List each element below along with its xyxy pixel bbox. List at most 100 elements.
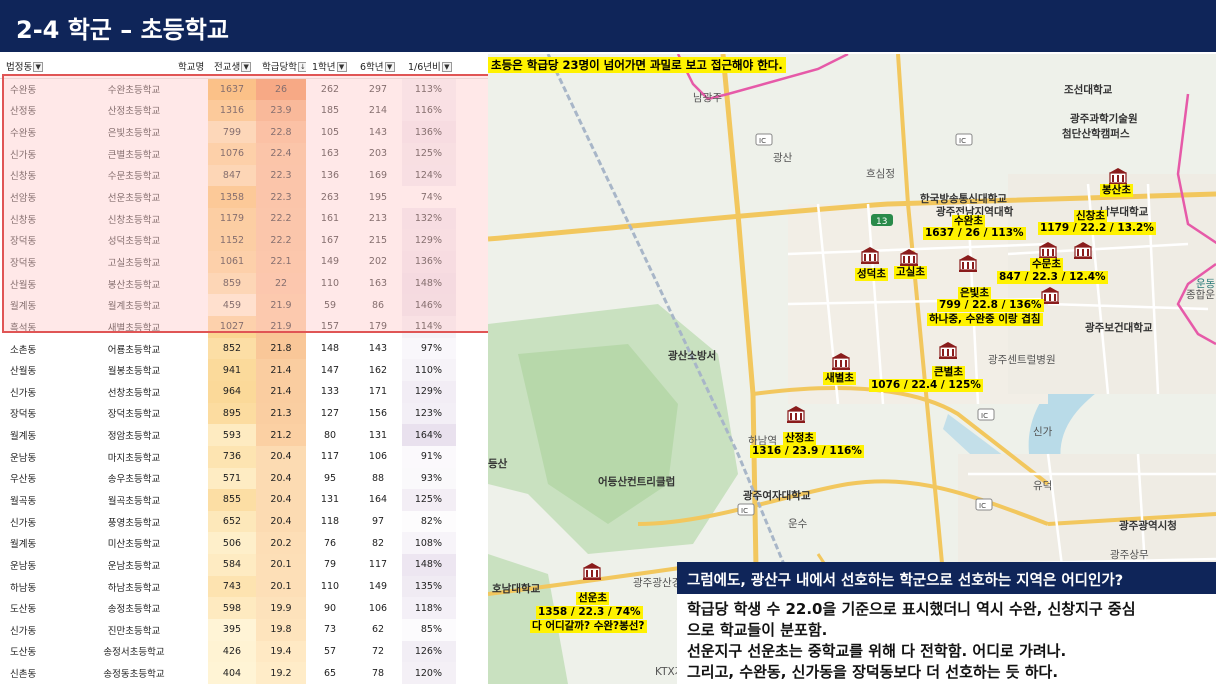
total-students-cell[interactable]: 1316 — [208, 99, 256, 122]
school-building-icon[interactable] — [831, 352, 851, 370]
table-row[interactable]: 월계동 미산초등학교 506 20.2 76 82 108% — [0, 532, 488, 555]
grade-ratio-cell[interactable]: 116% — [402, 99, 456, 122]
grade-ratio-cell[interactable]: 136% — [402, 251, 456, 273]
district-cell[interactable]: 신가동 — [0, 381, 60, 403]
grade1-cell[interactable]: 59 — [306, 294, 354, 316]
district-cell[interactable]: 장덕동 — [0, 229, 60, 251]
grade6-cell[interactable]: 106 — [354, 597, 402, 619]
grade6-cell[interactable]: 106 — [354, 446, 402, 468]
grade1-cell[interactable]: 110 — [306, 576, 354, 598]
grade-ratio-cell[interactable]: 135% — [402, 575, 456, 598]
district-cell[interactable]: 산정동 — [0, 100, 60, 122]
district-cell[interactable]: 우산동 — [0, 468, 60, 490]
total-students-cell[interactable]: 964 — [208, 380, 256, 403]
table-row[interactable]: 산월동 월봉초등학교 941 21.4 147 162 110% — [0, 359, 488, 381]
district-cell[interactable]: 수완동 — [0, 78, 60, 100]
district-cell[interactable]: 장덕동 — [0, 403, 60, 425]
total-students-cell[interactable]: 426 — [208, 640, 256, 663]
grade-ratio-cell[interactable]: 129% — [402, 380, 456, 403]
school-building-icon[interactable] — [582, 562, 602, 580]
total-students-cell[interactable]: 571 — [208, 467, 256, 490]
students-per-class-cell[interactable]: 21.9 — [256, 294, 306, 317]
school-building-icon[interactable] — [860, 246, 880, 264]
column-header[interactable]: 법정동 ▼ — [0, 54, 60, 79]
grade-ratio-cell[interactable]: 93% — [402, 467, 456, 490]
school-name-cell[interactable]: 봉산초등학교 — [60, 273, 208, 295]
grade1-cell[interactable]: 262 — [306, 78, 354, 100]
school-building-icon[interactable] — [786, 405, 806, 423]
district-cell[interactable]: 흑석동 — [0, 316, 60, 338]
district-cell[interactable]: 운남동 — [0, 554, 60, 576]
students-per-class-cell[interactable]: 22.2 — [256, 229, 306, 252]
grade-ratio-cell[interactable]: 148% — [402, 554, 456, 576]
table-row[interactable]: 소촌동 어룡초등학교 852 21.8 148 143 97% — [0, 337, 488, 360]
grade6-cell[interactable]: 82 — [354, 532, 402, 554]
school-name-cell[interactable]: 은빛초등학교 — [60, 121, 208, 143]
students-per-class-cell[interactable]: 20.2 — [256, 532, 306, 555]
district-cell[interactable]: 신가동 — [0, 511, 60, 533]
district-cell[interactable]: 하남동 — [0, 576, 60, 598]
grade1-cell[interactable]: 157 — [306, 316, 354, 338]
students-per-class-cell[interactable]: 19.8 — [256, 619, 306, 641]
total-students-cell[interactable]: 404 — [208, 662, 256, 684]
school-name-cell[interactable]: 큰별초등학교 — [60, 143, 208, 165]
table-row[interactable]: 월계동 정암초등학교 593 21.2 80 131 164% — [0, 424, 488, 446]
total-students-cell[interactable]: 652 — [208, 510, 256, 533]
school-building-icon[interactable] — [1108, 167, 1128, 185]
grade-ratio-cell[interactable]: 125% — [402, 489, 456, 511]
grade1-cell[interactable]: 148 — [306, 338, 354, 360]
students-per-class-cell[interactable]: 20.4 — [256, 445, 306, 468]
grade6-cell[interactable]: 215 — [354, 229, 402, 251]
grade1-cell[interactable]: 65 — [306, 662, 354, 684]
students-per-class-cell[interactable]: 20.4 — [256, 489, 306, 511]
grade1-cell[interactable]: 149 — [306, 251, 354, 273]
grade1-cell[interactable]: 105 — [306, 121, 354, 143]
total-students-cell[interactable]: 598 — [208, 597, 256, 620]
school-name-cell[interactable]: 하남초등학교 — [60, 576, 208, 598]
school-name-cell[interactable]: 고실초등학교 — [60, 251, 208, 273]
grade-ratio-cell[interactable]: 129% — [402, 229, 456, 252]
grade6-cell[interactable]: 97 — [354, 511, 402, 533]
district-cell[interactable]: 신창동 — [0, 165, 60, 187]
students-per-class-cell[interactable]: 22.3 — [256, 164, 306, 187]
district-cell[interactable]: 월계동 — [0, 532, 60, 554]
grade-ratio-cell[interactable]: 124% — [402, 164, 456, 187]
school-name-cell[interactable]: 정암초등학교 — [60, 424, 208, 446]
students-per-class-cell[interactable]: 19.2 — [256, 662, 306, 684]
grade6-cell[interactable]: 164 — [354, 489, 402, 511]
grade6-cell[interactable]: 163 — [354, 273, 402, 295]
total-students-cell[interactable]: 852 — [208, 337, 256, 360]
table-row[interactable]: 우산동 송우초등학교 571 20.4 95 88 93% — [0, 467, 488, 490]
table-row[interactable]: 신가동 진만초등학교 395 19.8 73 62 85% — [0, 619, 488, 641]
grade-ratio-cell[interactable]: 110% — [402, 359, 456, 381]
school-name-cell[interactable]: 송우초등학교 — [60, 468, 208, 490]
grade6-cell[interactable]: 156 — [354, 403, 402, 425]
table-row[interactable]: 장덕동 고실초등학교 1061 22.1 149 202 136% — [0, 251, 488, 273]
table-row[interactable]: 월곡동 월곡초등학교 855 20.4 131 164 125% — [0, 489, 488, 511]
table-row[interactable]: 운남동 마지초등학교 736 20.4 117 106 91% — [0, 445, 488, 468]
students-per-class-cell[interactable]: 19.4 — [256, 640, 306, 663]
district-cell[interactable]: 월곡동 — [0, 489, 60, 511]
students-per-class-cell[interactable]: 23.9 — [256, 99, 306, 122]
students-per-class-cell[interactable]: 21.8 — [256, 337, 306, 360]
filter-dropdown-icon[interactable]: ▼ — [336, 62, 347, 73]
grade1-cell[interactable]: 73 — [306, 619, 354, 641]
grade1-cell[interactable]: 76 — [306, 532, 354, 554]
grade1-cell[interactable]: 133 — [306, 381, 354, 403]
school-name-cell[interactable]: 송정초등학교 — [60, 597, 208, 619]
filter-dropdown-icon[interactable]: ▼ — [33, 62, 44, 73]
grade1-cell[interactable]: 185 — [306, 100, 354, 122]
grade-ratio-cell[interactable]: 126% — [402, 640, 456, 663]
students-per-class-cell[interactable]: 22.8 — [256, 121, 306, 143]
students-per-class-cell[interactable]: 20.1 — [256, 575, 306, 598]
table-row[interactable]: 흑석동 새별초등학교 1027 21.9 157 179 114% — [0, 316, 488, 338]
grade1-cell[interactable]: 167 — [306, 229, 354, 251]
filter-dropdown-icon[interactable]: ▼ — [384, 62, 395, 73]
grade1-cell[interactable]: 147 — [306, 359, 354, 381]
total-students-cell[interactable]: 1179 — [208, 207, 256, 230]
students-per-class-cell[interactable]: 20.4 — [256, 510, 306, 533]
school-name-cell[interactable]: 산정초등학교 — [60, 100, 208, 122]
column-header[interactable]: 6학년 ▼ — [354, 54, 402, 79]
grade1-cell[interactable]: 118 — [306, 511, 354, 533]
district-cell[interactable]: 도산동 — [0, 597, 60, 619]
